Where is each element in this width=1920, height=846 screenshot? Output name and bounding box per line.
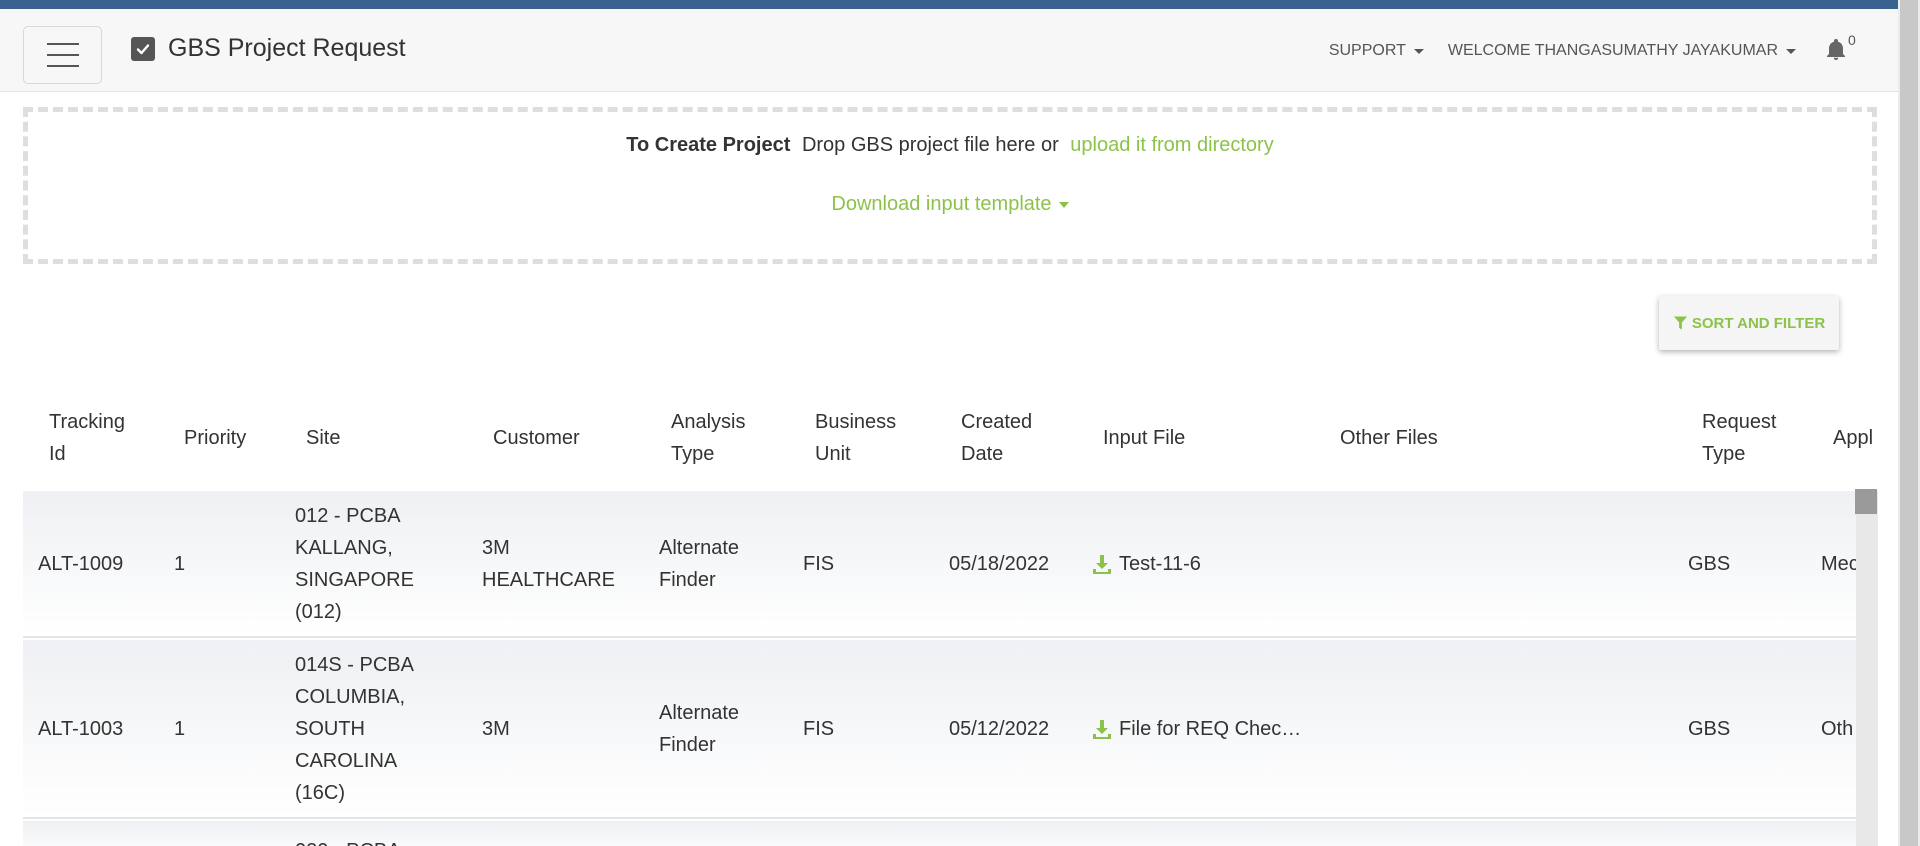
navbar: GBS Project Request SUPPORT WELCOME THAN… bbox=[0, 9, 1898, 92]
column-header[interactable]: Other Files bbox=[1340, 395, 1500, 481]
input-file-name: Test-11-6 bbox=[1119, 552, 1201, 575]
download-icon bbox=[1093, 719, 1111, 739]
notification-count: 0 bbox=[1848, 32, 1856, 48]
dropzone-prompt: Drop GBS project file here or bbox=[801, 134, 1059, 156]
column-header[interactable]: Analysis Type bbox=[671, 395, 771, 481]
app-title: GBS Project Request bbox=[168, 34, 406, 62]
input-file-link[interactable]: File for REQ Chec… bbox=[1091, 713, 1301, 745]
file-dropzone[interactable]: To Create Project Drop GBS project file … bbox=[23, 107, 1877, 264]
nav-right: SUPPORT WELCOME THANGASUMATHY JAYAKUMAR … bbox=[1329, 32, 1856, 64]
input-file-link[interactable]: Test-11-6 bbox=[1091, 548, 1201, 580]
bell-icon bbox=[1827, 39, 1845, 60]
cell-appl: Oth bbox=[1821, 717, 1854, 740]
cell-other-files bbox=[1328, 640, 1628, 817]
table-row[interactable]: ALT-1009 1 012 - PCBA KALLANG, SINGAPORE… bbox=[23, 491, 1856, 638]
column-header[interactable]: Site bbox=[306, 395, 396, 481]
column-header[interactable]: Request Type bbox=[1702, 395, 1797, 481]
table-row[interactable]: 020 - PCBA bbox=[23, 821, 1856, 846]
cell-priority: 1 bbox=[174, 717, 186, 740]
cell-site: 020 - PCBA bbox=[295, 821, 435, 846]
cell-customer: 3M bbox=[482, 717, 510, 740]
brand[interactable]: GBS Project Request bbox=[131, 34, 406, 63]
column-header[interactable]: Business Unit bbox=[815, 395, 915, 481]
checkbox-icon bbox=[131, 36, 155, 61]
chevron-down-icon bbox=[1413, 48, 1424, 54]
support-dropdown[interactable]: SUPPORT bbox=[1329, 42, 1424, 60]
table-scrollbar-thumb[interactable] bbox=[1855, 489, 1877, 514]
cell-customer: 3M HEALTHCARE bbox=[482, 536, 615, 591]
cell-site: 012 - PCBA KALLANG, SINGAPORE (012) bbox=[295, 504, 414, 623]
sort-filter-button[interactable]: SORT AND FILTER bbox=[1659, 296, 1839, 350]
page-scrollbar-thumb[interactable] bbox=[1900, 0, 1918, 846]
table-scrollbar[interactable] bbox=[1856, 491, 1878, 846]
top-accent-bar bbox=[0, 0, 1920, 9]
cell-created-date: 05/12/2022 bbox=[949, 717, 1050, 740]
column-header[interactable]: Tracking Id bbox=[49, 395, 139, 481]
column-header[interactable]: Customer bbox=[493, 395, 613, 481]
cell-site: 014S - PCBA COLUMBIA, SOUTH CAROLINA (16… bbox=[295, 653, 413, 804]
hamburger-icon bbox=[46, 43, 79, 45]
cell-other-files bbox=[1328, 491, 1628, 636]
cell-business-unit: FIS bbox=[803, 552, 835, 575]
sort-filter-label: SORT AND FILTER bbox=[1691, 314, 1826, 332]
download-template-dropdown[interactable]: Download input template bbox=[831, 193, 1069, 216]
chevron-down-icon bbox=[1786, 48, 1796, 54]
cell-request-type: GBS bbox=[1688, 717, 1731, 740]
cell-tracking-id: ALT-1009 bbox=[38, 552, 124, 575]
menu-toggle-button[interactable] bbox=[23, 26, 102, 84]
cell-priority: 1 bbox=[174, 552, 186, 575]
download-icon bbox=[1093, 554, 1111, 574]
upload-link[interactable]: upload it from directory bbox=[1070, 134, 1273, 156]
cell-appl: Mec bbox=[1821, 552, 1856, 575]
cell-analysis-type: Alternate Finder bbox=[659, 536, 740, 591]
cell-created-date: 05/18/2022 bbox=[949, 552, 1050, 575]
column-header[interactable]: Input File bbox=[1103, 395, 1243, 481]
cell-business-unit: FIS bbox=[803, 717, 835, 740]
dropzone-text: To Create Project Drop GBS project file … bbox=[28, 134, 1872, 157]
user-dropdown[interactable]: WELCOME THANGASUMATHY JAYAKUMAR bbox=[1448, 42, 1796, 60]
download-template-label: Download input template bbox=[831, 193, 1052, 215]
column-header[interactable]: Created Date bbox=[961, 395, 1061, 481]
chevron-down-icon bbox=[1058, 201, 1069, 208]
input-file-name: File for REQ Chec… bbox=[1119, 717, 1302, 740]
filter-icon bbox=[1673, 316, 1687, 330]
table-row[interactable]: ALT-1003 1 014S - PCBA COLUMBIA, SOUTH C… bbox=[23, 640, 1856, 819]
welcome-label: WELCOME THANGASUMATHY JAYAKUMAR bbox=[1447, 42, 1778, 59]
column-header[interactable]: Appl bbox=[1833, 395, 1877, 481]
cell-input-file: Test-11-6 bbox=[1091, 491, 1321, 636]
cell-analysis-type: Alternate Finder bbox=[659, 701, 740, 756]
support-label: SUPPORT bbox=[1328, 42, 1406, 59]
dropzone-heading: To Create Project bbox=[626, 134, 791, 156]
cell-input-file: File for REQ Chec… bbox=[1091, 640, 1321, 817]
notifications-button[interactable]: 0 bbox=[1824, 32, 1856, 64]
cell-tracking-id: ALT-1003 bbox=[38, 717, 124, 740]
column-header[interactable]: Priority bbox=[184, 395, 274, 481]
cell-request-type: GBS bbox=[1688, 552, 1731, 575]
table-header: Tracking Id Priority Site Customer Analy… bbox=[23, 385, 1877, 491]
